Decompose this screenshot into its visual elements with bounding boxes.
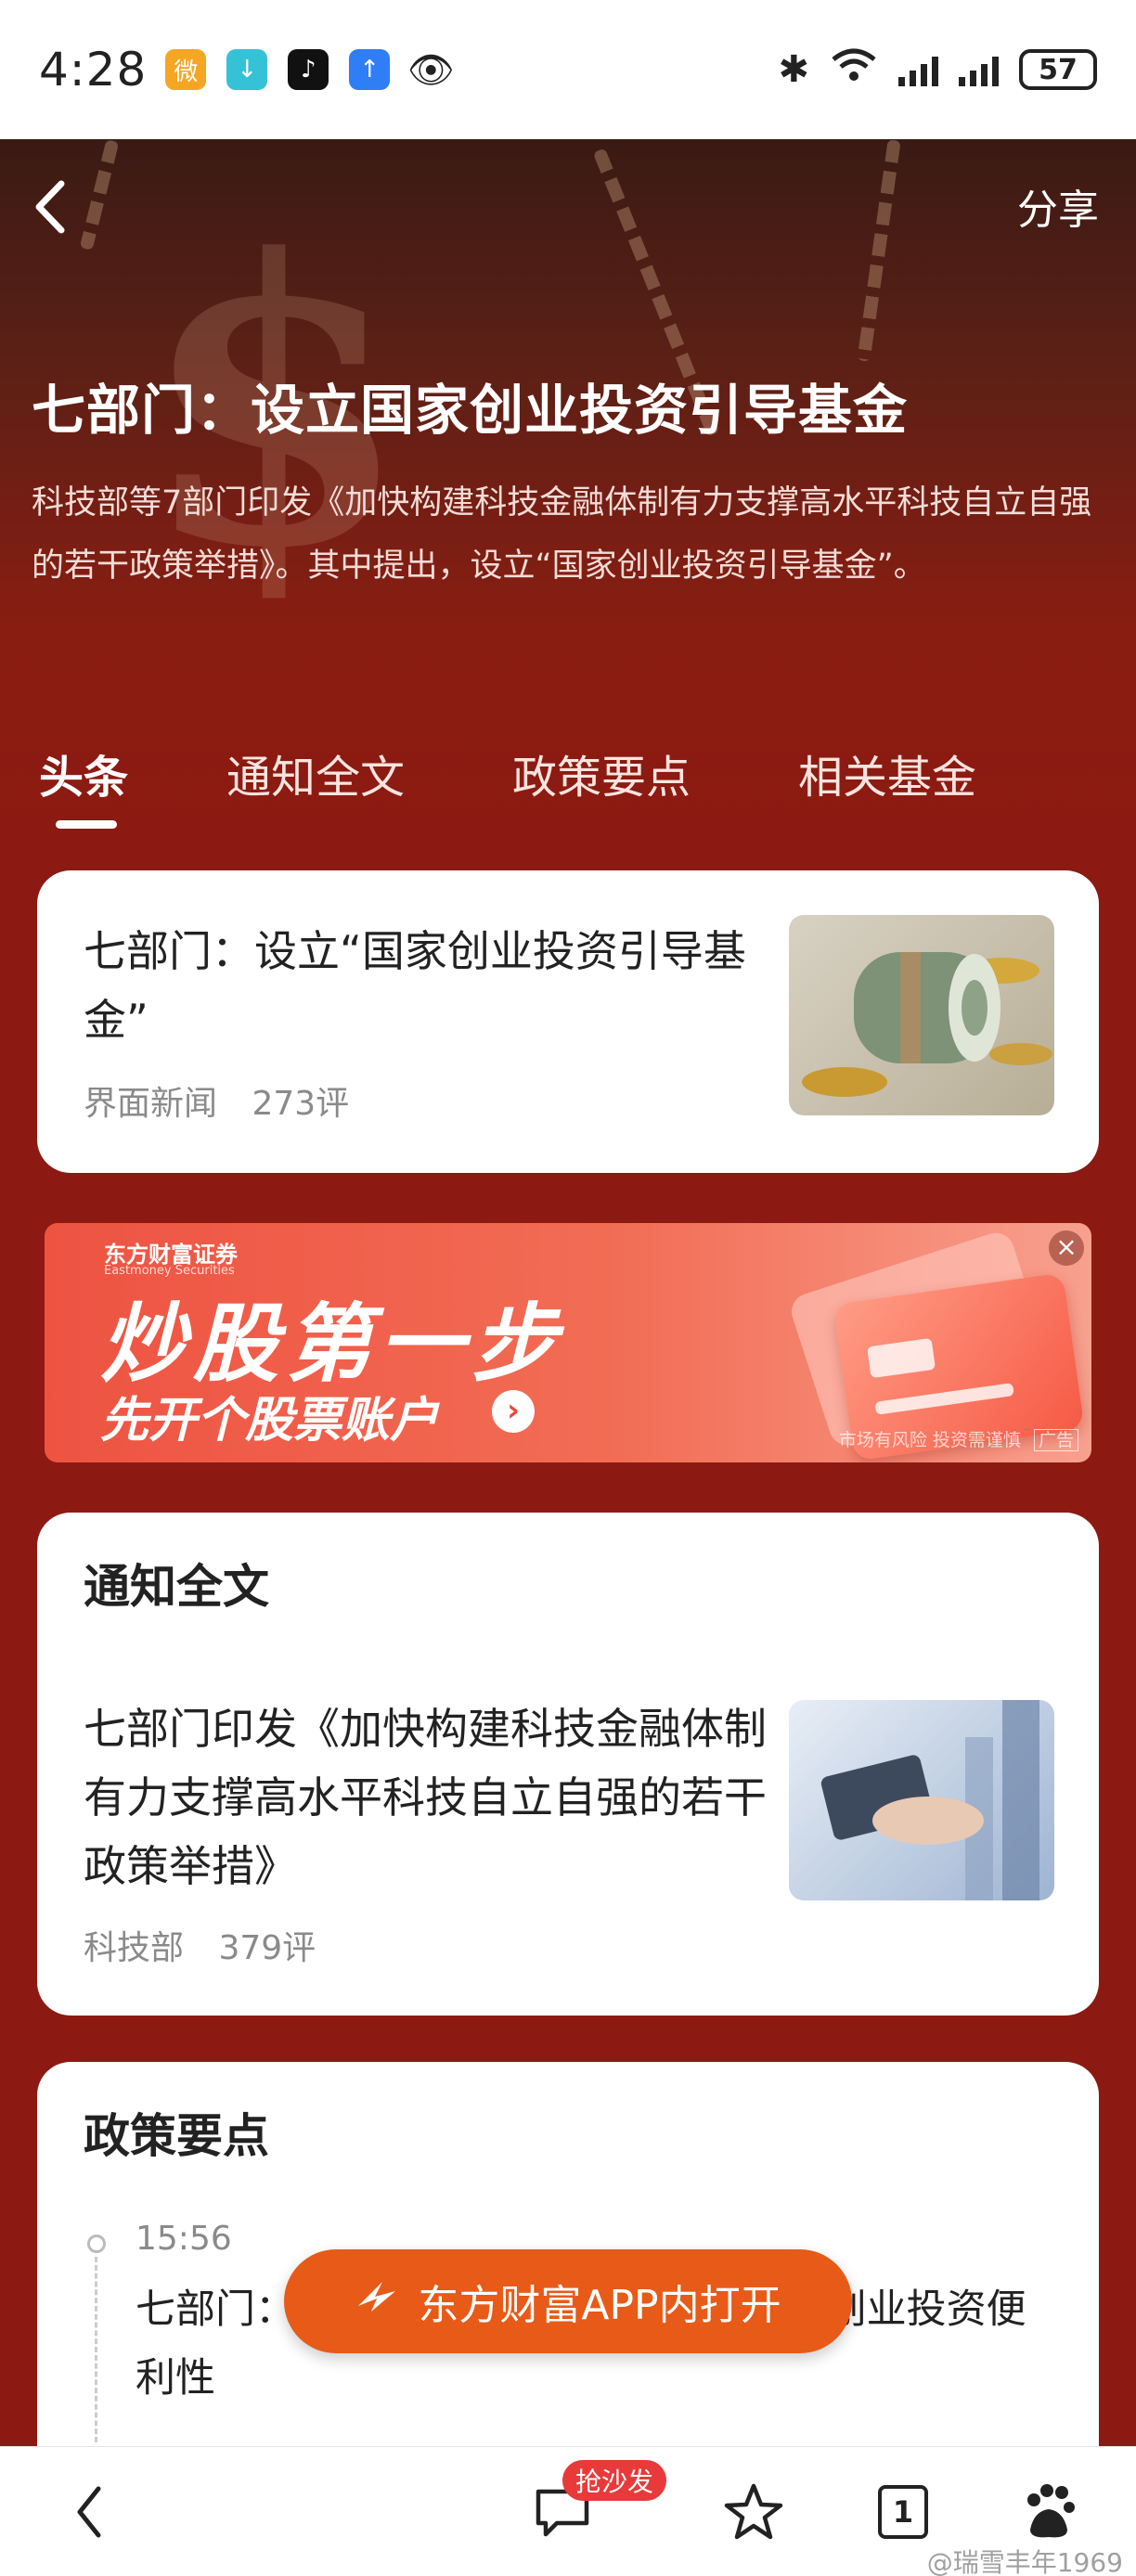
battery-level: 57 xyxy=(1039,53,1078,86)
nav-back-button[interactable] xyxy=(61,2475,117,2549)
signal-icon-1 xyxy=(898,53,938,86)
tab-related-funds[interactable]: 相关基金 xyxy=(798,741,976,805)
comment-badge: 抢沙发 xyxy=(562,2460,667,2501)
eastmoney-logo-icon xyxy=(355,2278,399,2325)
news-meta: 科技部 379评 xyxy=(84,1921,316,1969)
signal-icon-2 xyxy=(959,53,999,86)
topic-tabs: 头条 通知全文 政策要点 相关基金 xyxy=(0,733,1136,835)
chevron-right-icon: › xyxy=(492,1390,535,1433)
notice-section-card: 通知全文 七部门印发《加快构建科技金融体制 有力支撑高水平科技自立自强的若干政策… xyxy=(37,1513,1099,2016)
money-roll-thumbnail xyxy=(789,915,1054,1115)
status-right: ✱ 57 xyxy=(778,46,1097,93)
open-in-app-label: 东方财富APP内打开 xyxy=(418,2282,781,2329)
ad-banner[interactable]: 东方财富证券 Eastmoney Securities 炒股第一步 先开个股票账… xyxy=(45,1223,1091,1462)
tab-notice-fulltext[interactable]: 通知全文 xyxy=(226,741,405,805)
ad-risk-text: 市场有风险 投资需谨慎 xyxy=(838,1430,1021,1450)
tab-count: 1 xyxy=(878,2485,928,2539)
eye-icon: 👁 xyxy=(407,48,455,92)
upload-icon: ↑ xyxy=(349,49,391,90)
timeline-line xyxy=(95,2257,97,2442)
bluetooth-icon: ✱ xyxy=(778,48,809,91)
back-arrow-icon xyxy=(77,2486,101,2538)
timeline-time: 15:56 xyxy=(136,2220,232,2258)
ad-subline: 先开个股票账户 xyxy=(100,1393,439,1449)
section-heading: 通知全文 xyxy=(84,1560,269,1614)
news-title: 七部门印发《加快构建科技金融体制 有力支撑高水平科技自立自强的若干政策举措》 xyxy=(84,1704,767,1891)
tiktok-icon: ♪ xyxy=(288,49,329,90)
news-comment-count: 273评 xyxy=(252,1085,350,1123)
wifi-icon xyxy=(830,46,878,93)
back-button[interactable] xyxy=(26,174,82,239)
nav-baidu-button[interactable] xyxy=(1012,2475,1086,2549)
news-meta: 界面新闻 273评 xyxy=(84,1076,349,1125)
status-time: 4:28 xyxy=(39,43,148,97)
status-app-icons: 微 ↓ ♪ ↑ 👁 xyxy=(165,48,455,92)
chain-decoration xyxy=(79,139,120,251)
news-source: 界面新闻 xyxy=(84,1085,218,1123)
ad-close-button[interactable]: × xyxy=(1049,1230,1084,1266)
weibo-watermark: @瑞雪丰年1969 xyxy=(926,2547,1123,2576)
tablet-hand-thumbnail xyxy=(789,1700,1054,1900)
nav-favorite-button[interactable] xyxy=(716,2475,791,2549)
news-comment-count: 379评 xyxy=(218,1929,316,1967)
news-source: 科技部 xyxy=(84,1929,185,1967)
chain-decoration xyxy=(857,139,901,362)
tab-active-indicator xyxy=(56,820,117,829)
page-description: 科技部等7部门印发《加快构建科技金融体制有力支撑高水平科技自立自强的若干政策举措… xyxy=(32,484,1092,585)
ad-tag: 广告 xyxy=(1033,1429,1078,1451)
status-bar: 4:28 微 ↓ ♪ ↑ 👁 ✱ 57 xyxy=(0,0,1136,139)
page-title: 七部门：设立国家创业投资引导基金 xyxy=(32,379,909,442)
download-icon: ↓ xyxy=(226,49,268,90)
baidu-paw-icon xyxy=(1027,2484,1075,2538)
timeline-dot xyxy=(87,2235,106,2253)
battery-indicator: 57 xyxy=(1019,49,1097,90)
news-title: 七部门：设立“国家创业投资引导基金” xyxy=(84,926,746,1045)
ad-disclaimer: 市场有风险 投资需谨慎 广告 xyxy=(839,1426,1078,1451)
weibo-icon: 微 xyxy=(165,49,207,90)
headline-news-card[interactable]: 七部门：设立“国家创业投资引导基金” 界面新闻 273评 xyxy=(37,870,1099,1173)
tab-headline[interactable]: 头条 xyxy=(39,741,128,805)
star-icon xyxy=(724,2483,783,2540)
nav-tabs-button[interactable]: 1 xyxy=(871,2475,936,2549)
tab-policy-points[interactable]: 政策要点 xyxy=(512,741,691,805)
section-heading: 政策要点 xyxy=(84,2109,269,2163)
open-in-app-button[interactable]: 东方财富APP内打开 xyxy=(284,2249,852,2353)
share-button[interactable]: 分享 xyxy=(1017,176,1099,236)
